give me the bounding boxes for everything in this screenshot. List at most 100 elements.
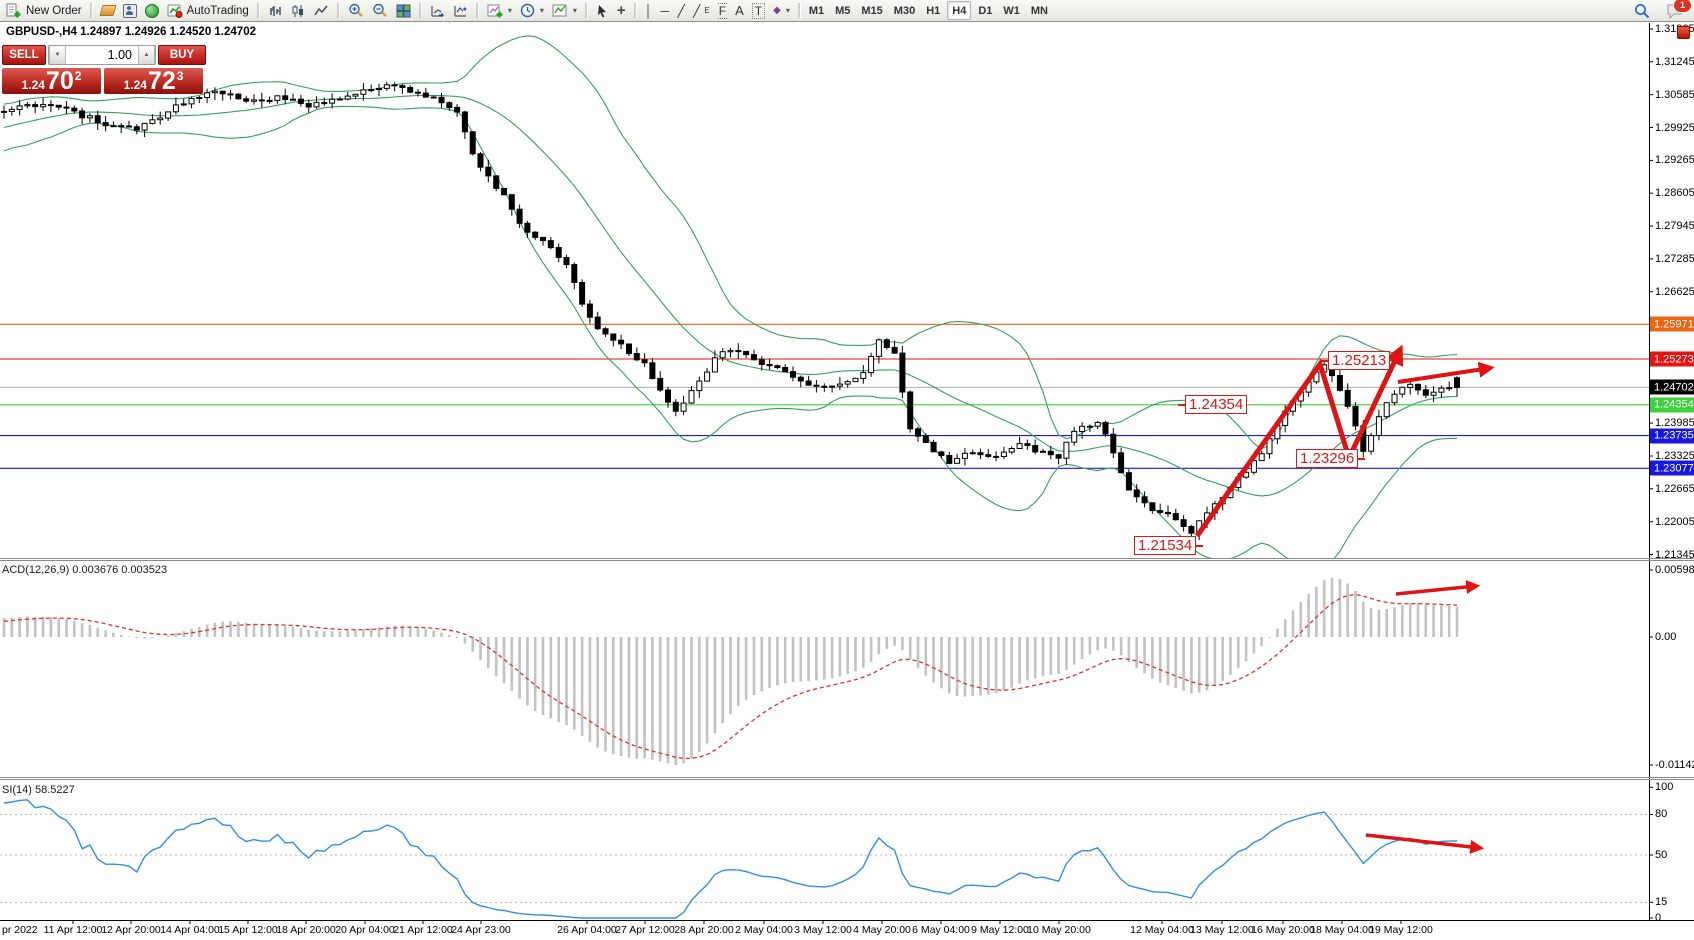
channel-letter: E xyxy=(704,6,709,15)
sell-price-panel[interactable]: 1.24702 xyxy=(2,68,101,94)
toolbar-separator xyxy=(798,3,801,18)
price-axis-tick: 1.22005 xyxy=(1655,516,1694,528)
chart-shift-button[interactable] xyxy=(449,1,472,20)
crosshair-button[interactable]: + xyxy=(613,1,630,20)
volume-input[interactable] xyxy=(66,46,138,64)
chart-title: GBPUSD-,H4 1.24897 1.24926 1.24520 1.247… xyxy=(6,26,256,38)
timeframe-m1-button[interactable]: M1 xyxy=(805,1,828,20)
timeframe-w1-button[interactable]: W1 xyxy=(999,1,1024,20)
buy-price-big: 72 xyxy=(148,70,176,93)
text-label-button[interactable]: T xyxy=(748,1,769,20)
time-axis-label: 24 Apr 23:00 xyxy=(451,924,511,936)
templates-button[interactable]: ▾ xyxy=(548,1,581,20)
cursor-icon xyxy=(596,4,609,18)
text-button[interactable]: A xyxy=(731,1,748,20)
auto-scroll-button[interactable] xyxy=(426,1,449,20)
price-axis-tick: 1.27945 xyxy=(1655,220,1694,232)
cursor-button[interactable] xyxy=(592,1,613,20)
time-axis-label: 12 May 04:00 xyxy=(1130,924,1194,936)
vertical-line-button[interactable]: │ xyxy=(641,1,657,20)
price-axis-tick: 1.26625 xyxy=(1655,286,1694,298)
dropdown-icon: ▾ xyxy=(540,6,544,15)
time-axis-label: 6 May 04:00 xyxy=(912,924,970,936)
volume-decrease-button[interactable]: ▼ xyxy=(49,46,66,64)
vertical-line-icon: │ xyxy=(645,4,653,18)
timeframe-mn-button[interactable]: MN xyxy=(1027,1,1052,20)
tile-windows-icon xyxy=(396,4,411,18)
macd-axis-tick: -0.011429 xyxy=(1655,759,1694,771)
volume-increase-button[interactable]: ▲ xyxy=(138,46,155,64)
arrows-button[interactable]: ◆▾ xyxy=(769,1,794,20)
autotrading-button[interactable]: AutoTrading xyxy=(163,1,253,20)
autotrading-label: AutoTrading xyxy=(187,5,249,17)
indicators-button[interactable]: ▾ xyxy=(483,1,516,20)
toolbar: New Order AutoTrading ▾ ▾ ▾ + │ ─ ╱ ╱E F xyxy=(0,0,1694,22)
zoom-in-button[interactable] xyxy=(344,1,368,20)
price-axis-tick: 1.29265 xyxy=(1655,154,1694,166)
notification-badge: 1 xyxy=(1673,0,1692,13)
rsi-axis-tick: 80 xyxy=(1655,808,1667,820)
timeframe-m5-button[interactable]: M5 xyxy=(831,1,854,20)
sell-button[interactable]: SELL xyxy=(2,45,46,65)
toolbar-separator xyxy=(337,3,340,18)
timeframe-m30-button[interactable]: M30 xyxy=(890,1,919,20)
fibonacci-button[interactable]: F xyxy=(714,1,731,20)
brush-icon xyxy=(99,5,116,16)
toolbar-separator xyxy=(585,3,588,18)
timeframe-h1-button[interactable]: H1 xyxy=(922,1,944,20)
buy-button[interactable]: BUY xyxy=(158,45,206,65)
price-level-label: 1.23735 xyxy=(1650,428,1694,443)
price-annotation: 1.24354 xyxy=(1185,395,1247,414)
periods-button[interactable]: ▾ xyxy=(516,1,548,20)
price-chart-svg xyxy=(0,0,1694,940)
profile-icon xyxy=(123,4,137,18)
new-order-label: New Order xyxy=(26,5,82,17)
time-axis-label: 28 Apr 20:00 xyxy=(674,924,734,936)
arrows-icon: ◆ xyxy=(773,5,781,16)
zoom-out-button[interactable] xyxy=(368,1,392,20)
time-axis-label: 26 Apr 04:00 xyxy=(557,924,617,936)
channel-button[interactable]: ╱E xyxy=(689,1,714,20)
trendline-button[interactable]: ╱ xyxy=(673,1,689,20)
time-axis-label: pr 2022 xyxy=(2,924,38,936)
time-axis-label: 9 May 12:00 xyxy=(971,924,1029,936)
dropdown-icon: ▾ xyxy=(573,6,577,15)
dropdown-icon: ▾ xyxy=(786,6,790,15)
autotrading-icon xyxy=(167,4,183,18)
toolbar-separator xyxy=(634,3,637,18)
rsi-axis-tick: 15 xyxy=(1655,896,1667,908)
time-axis-label: 2 May 04:00 xyxy=(735,924,793,936)
rsi-indicator-label: SI(14) 58.5227 xyxy=(2,784,75,796)
new-order-button[interactable]: New Order xyxy=(2,1,86,20)
timeframe-d1-button[interactable]: D1 xyxy=(974,1,996,20)
bar-chart-button[interactable] xyxy=(264,1,287,20)
price-axis-tick: 1.29925 xyxy=(1655,122,1694,134)
time-axis-label: 13 May 12:00 xyxy=(1190,924,1254,936)
tile-windows-button[interactable] xyxy=(392,1,415,20)
horizontal-line-button[interactable]: ─ xyxy=(657,1,674,20)
chat-button[interactable]: 1 xyxy=(1666,3,1684,19)
toolbar-separator xyxy=(90,3,93,18)
profile-button[interactable] xyxy=(119,1,141,20)
bar-chart-icon xyxy=(268,4,283,18)
price-annotation: 1.23296 xyxy=(1296,449,1358,468)
sell-price-prefix: 1.24 xyxy=(22,77,45,93)
timeframe-h4-button[interactable]: H4 xyxy=(947,1,971,20)
search-button[interactable] xyxy=(1630,1,1654,20)
price-level-label: 1.23077 xyxy=(1650,461,1694,476)
price-axis-tick: 1.31245 xyxy=(1655,56,1694,68)
timeframe-m15-button[interactable]: M15 xyxy=(857,1,886,20)
time-axis-label: 18 May 04:00 xyxy=(1310,924,1374,936)
price-level-label: 1.25971 xyxy=(1650,317,1694,332)
templates-icon xyxy=(552,4,568,18)
channel-icon: ╱ xyxy=(693,4,700,18)
buy-price-sup: 3 xyxy=(177,69,184,83)
sound-button[interactable] xyxy=(141,1,163,20)
time-axis-label: 27 Apr 12:00 xyxy=(615,924,675,936)
candlestick-chart-button[interactable] xyxy=(287,1,310,20)
line-chart-button[interactable] xyxy=(310,1,333,20)
chart-alert-icon[interactable] xyxy=(1677,26,1690,39)
fibonacci-icon: F xyxy=(718,3,727,19)
style-painter-button[interactable] xyxy=(97,1,119,20)
buy-price-panel[interactable]: 1.24723 xyxy=(104,68,203,94)
